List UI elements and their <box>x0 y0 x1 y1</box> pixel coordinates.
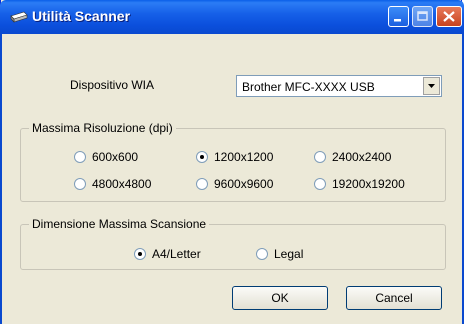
window-title: Utilità Scanner <box>32 8 131 24</box>
chevron-down-icon <box>428 84 435 88</box>
radio-label-9600x9600: 9600x9600 <box>214 177 274 191</box>
radio-9600x9600[interactable] <box>196 178 208 190</box>
device-label: Dispositivo WIA <box>70 78 155 92</box>
device-select[interactable]: Brother MFC-XXXX USB <box>236 75 442 97</box>
scan-size-group: Dimensione Massima Scansione <box>20 217 446 270</box>
radio-legal[interactable] <box>256 248 268 260</box>
radio-label-1200x1200: 1200x1200 <box>214 150 274 164</box>
radio-4800x4800[interactable] <box>74 178 86 190</box>
radio-label-a4-letter: A4/Letter <box>152 247 201 261</box>
radio-a4-letter[interactable] <box>134 248 146 260</box>
cancel-button[interactable]: Cancel <box>346 286 442 310</box>
title-bar[interactable]: Utilità Scanner <box>0 0 464 34</box>
radio-600x600[interactable] <box>74 151 86 163</box>
close-icon <box>443 11 455 22</box>
radio-label-600x600: 600x600 <box>92 150 139 164</box>
scan-size-group-title: Dimensione Massima Scansione <box>29 217 210 231</box>
radio-2400x2400[interactable] <box>314 151 326 163</box>
minimize-icon <box>394 19 401 22</box>
radio-label-legal: Legal <box>274 247 304 261</box>
close-button[interactable] <box>436 6 462 27</box>
radio-1200x1200[interactable] <box>196 151 208 163</box>
dropdown-arrow[interactable] <box>423 77 440 95</box>
radio-label-19200x19200: 19200x19200 <box>332 177 405 191</box>
radio-label-2400x2400: 2400x2400 <box>332 150 392 164</box>
radio-19200x19200[interactable] <box>314 178 326 190</box>
maximize-button[interactable] <box>412 6 433 27</box>
resolution-group-title: Massima Risoluzione (dpi) <box>29 121 176 135</box>
radio-label-4800x4800: 4800x4800 <box>92 177 152 191</box>
ok-button[interactable]: OK <box>232 286 328 310</box>
scanner-icon <box>10 10 28 24</box>
minimize-button[interactable] <box>388 6 409 27</box>
device-select-value: Brother MFC-XXXX USB <box>242 80 375 94</box>
maximize-icon <box>417 11 428 21</box>
